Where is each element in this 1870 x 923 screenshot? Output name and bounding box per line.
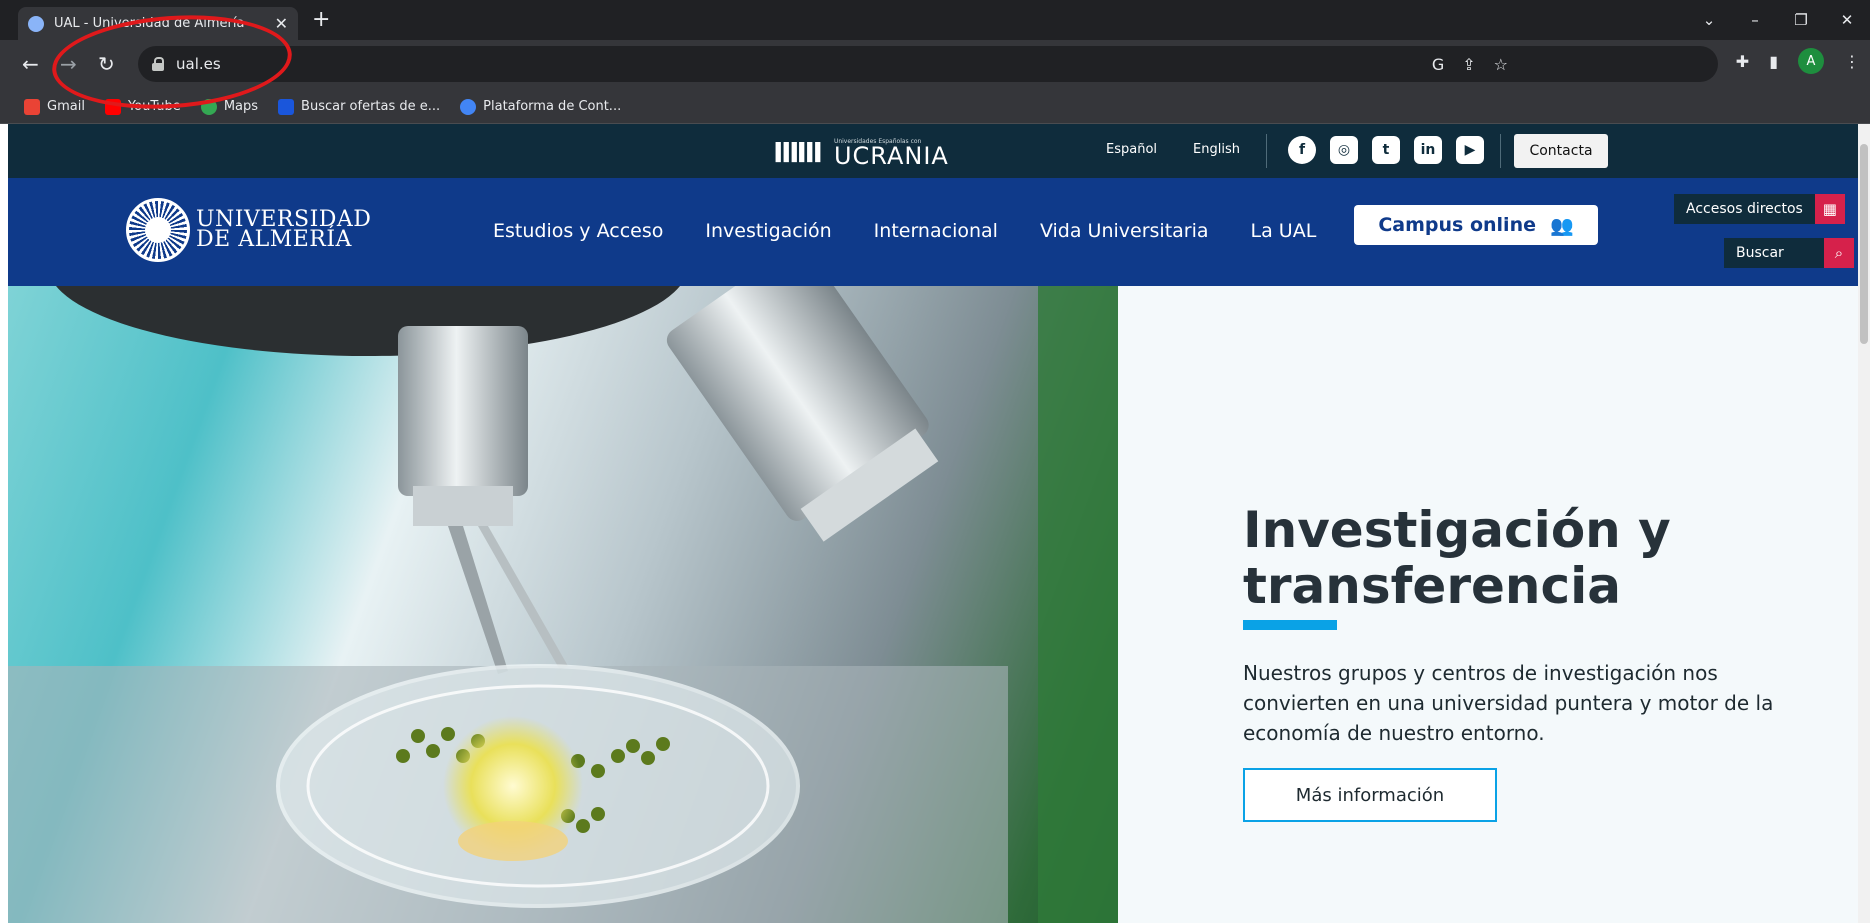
- accesos-directos-label: Accesos directos: [1674, 194, 1815, 224]
- profile-avatar[interactable]: A: [1798, 48, 1824, 74]
- web-page: ⅢⅢ Universidades Españolas con UCRANIA E…: [8, 124, 1858, 923]
- bookmark-label: Plataforma de Cont...: [483, 99, 622, 114]
- browser-tab[interactable]: UAL - Universidad de Almería ✕: [18, 7, 298, 40]
- new-tab-button[interactable]: +: [312, 8, 330, 32]
- site-favicon-icon: [28, 15, 44, 32]
- campus-online-label: Campus online: [1378, 214, 1536, 236]
- bookmarks-bar: Gmail YouTube Maps Buscar ofertas de e..…: [0, 90, 1870, 124]
- back-button[interactable]: ←: [22, 53, 39, 75]
- more-info-button[interactable]: Más información: [1243, 768, 1497, 822]
- youtube-icon: [104, 98, 121, 115]
- search-button[interactable]: Buscar ⌕: [1724, 238, 1854, 268]
- bookmark-maps[interactable]: Maps: [200, 98, 259, 115]
- bookmark-label: Buscar ofertas de e...: [301, 99, 441, 114]
- minimize-button[interactable]: –: [1732, 11, 1778, 29]
- url-text: ual.es: [176, 55, 221, 73]
- side-panel-icon[interactable]: ▮: [1769, 52, 1778, 71]
- reload-button[interactable]: ↻: [98, 53, 115, 75]
- bookmark-label: Gmail: [47, 99, 85, 114]
- bookmark-plataforma[interactable]: Plataforma de Cont...: [460, 98, 622, 115]
- language-switcher: Español English: [1106, 142, 1240, 157]
- extensions-icon[interactable]: ✚: [1736, 52, 1749, 71]
- nav-links: Estudios y Acceso Investigación Internac…: [493, 220, 1316, 242]
- lock-icon[interactable]: [152, 57, 164, 71]
- lang-english-link[interactable]: English: [1193, 142, 1240, 157]
- hero-description: Nuestros grupos y centros de investigaci…: [1243, 661, 1774, 745]
- facebook-icon[interactable]: f: [1288, 136, 1316, 164]
- google-lens-icon[interactable]: G: [1432, 55, 1444, 74]
- university-seal-icon: [126, 198, 190, 262]
- search-icon: ⌕: [1824, 238, 1854, 268]
- contact-button[interactable]: Contacta: [1514, 134, 1608, 168]
- platform-icon: [460, 98, 477, 115]
- divider: [1500, 134, 1501, 168]
- hero-section: Investigación y transferencia Nuestros g…: [8, 286, 1858, 923]
- hero-accent-bar: [1243, 620, 1337, 630]
- menu-kebab-icon[interactable]: ⋮: [1844, 52, 1860, 71]
- omnibox-actions: G ⇪ ☆: [1432, 46, 1508, 82]
- social-links: f ◎ t in ▶: [1288, 136, 1484, 164]
- main-navigation: UNIVERSIDAD DE ALMERÍA Estudios y Acceso…: [8, 178, 1858, 286]
- users-icon: 👥: [1549, 214, 1574, 237]
- close-window-button[interactable]: ✕: [1824, 11, 1870, 29]
- browser-toolbar: ← → ↻ ual.es G ⇪ ☆ ✚ ▮ A ⋮: [0, 40, 1870, 90]
- microscope-illustration: [8, 286, 1118, 923]
- university-logo[interactable]: UNIVERSIDAD DE ALMERÍA: [126, 198, 371, 262]
- ucrania-title: UCRANIA: [833, 141, 949, 170]
- gmail-icon: [24, 98, 40, 115]
- ucrania-logo-icon: ⅢⅢ: [773, 136, 823, 169]
- hero-title: Investigación y transferencia: [1243, 501, 1671, 615]
- scrollbar-thumb[interactable]: [1860, 144, 1868, 344]
- logo-line-2: DE ALMERÍA: [196, 227, 352, 252]
- twitter-icon[interactable]: t: [1372, 136, 1400, 164]
- window-controls: ⌄ – ❐ ✕: [1686, 0, 1870, 40]
- maps-icon: [200, 98, 217, 115]
- linkedin-icon[interactable]: in: [1414, 136, 1442, 164]
- ucrania-banner[interactable]: ⅢⅢ Universidades Españolas con UCRANIA: [773, 136, 949, 169]
- restore-button[interactable]: ❐: [1778, 11, 1824, 29]
- hero-image: [8, 286, 1118, 923]
- page-scrollbar[interactable]: [1858, 124, 1870, 923]
- close-tab-icon[interactable]: ✕: [275, 14, 288, 33]
- site-topbar: ⅢⅢ Universidades Españolas con UCRANIA E…: [8, 124, 1858, 178]
- tab-title: UAL - Universidad de Almería: [54, 16, 245, 31]
- nav-internacional[interactable]: Internacional: [874, 220, 998, 242]
- bookmark-star-icon[interactable]: ☆: [1494, 55, 1508, 74]
- bookmark-ofertas[interactable]: Buscar ofertas de e...: [278, 98, 441, 115]
- bookmark-gmail[interactable]: Gmail: [24, 98, 85, 115]
- bookmark-label: YouTube: [127, 99, 181, 114]
- grid-icon: ▦: [1814, 194, 1845, 224]
- browser-tabstrip: UAL - Universidad de Almería ✕ + ⌄ – ❐ ✕: [0, 0, 1870, 40]
- search-label: Buscar: [1724, 238, 1824, 268]
- youtube-icon[interactable]: ▶: [1456, 136, 1484, 164]
- forward-button[interactable]: →: [60, 53, 77, 75]
- bookmark-label: Maps: [223, 99, 259, 114]
- instagram-icon[interactable]: ◎: [1330, 136, 1358, 164]
- hero-content: Investigación y transferencia Nuestros g…: [1118, 286, 1858, 923]
- nav-investigacion[interactable]: Investigación: [705, 220, 831, 242]
- nav-vida-universitaria[interactable]: Vida Universitaria: [1040, 220, 1209, 242]
- nav-la-ual[interactable]: La UAL: [1251, 220, 1317, 242]
- tab-search-icon[interactable]: ⌄: [1686, 11, 1732, 29]
- share-icon[interactable]: ⇪: [1462, 55, 1475, 74]
- divider: [1266, 134, 1267, 168]
- logo-text: UNIVERSIDAD DE ALMERÍA: [196, 209, 371, 252]
- nav-estudios[interactable]: Estudios y Acceso: [493, 220, 663, 242]
- job-board-icon: [278, 98, 295, 115]
- bookmark-youtube[interactable]: YouTube: [104, 98, 181, 115]
- lang-spanish-link[interactable]: Español: [1106, 142, 1157, 157]
- address-bar[interactable]: ual.es G ⇪ ☆: [138, 46, 1718, 82]
- campus-online-button[interactable]: Campus online 👥: [1354, 205, 1598, 245]
- accesos-directos-button[interactable]: Accesos directos ▦: [1674, 194, 1845, 224]
- toolbar-right: ✚ ▮ A ⋮: [1736, 48, 1860, 74]
